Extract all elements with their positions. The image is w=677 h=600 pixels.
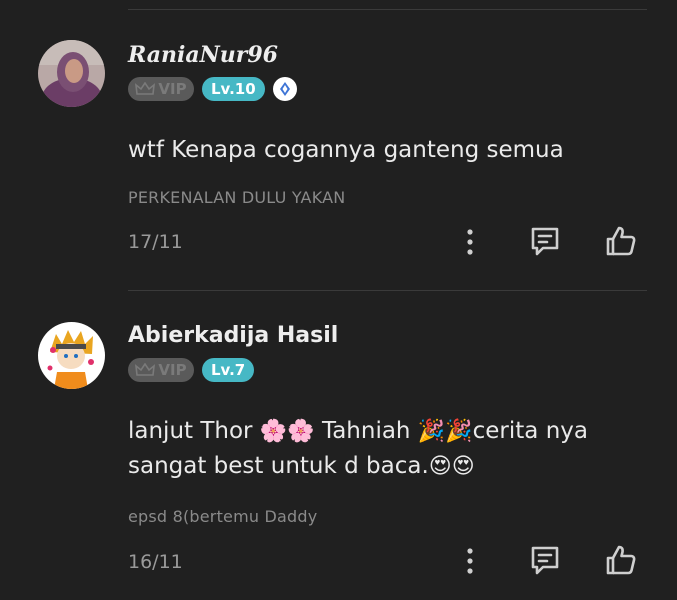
chapter-link[interactable]: epsd 8(bertemu Daddy	[128, 507, 317, 526]
badge-row: VIP Lv.10	[128, 76, 297, 102]
vip-badge: VIP	[128, 358, 194, 382]
crown-icon	[135, 82, 156, 95]
comment-date: 16/11	[128, 551, 183, 573]
comment-bubble-icon	[531, 227, 559, 256]
vip-label: VIP	[158, 80, 187, 98]
party-popper-emoji: 🎉	[417, 419, 446, 444]
comment-date: 17/11	[128, 231, 183, 253]
reply-button[interactable]	[527, 542, 563, 578]
comment-bubble-icon	[531, 546, 559, 575]
reply-button[interactable]	[527, 223, 563, 259]
text-segment: cerita nya	[472, 418, 588, 444]
thumbs-up-icon	[606, 545, 636, 575]
comment-divider	[128, 290, 647, 291]
text-segment: lanjut Thor	[128, 418, 260, 444]
more-vertical-icon	[467, 548, 473, 574]
diamond-icon	[272, 77, 297, 101]
badge-row: VIP Lv.7	[128, 357, 255, 383]
top-divider	[128, 9, 647, 10]
heart-eyes-emoji: 😍	[451, 454, 475, 479]
comment-text: wtf Kenapa cogannya ganteng semua	[128, 137, 564, 163]
username[interactable]: Abierkadija Hasil	[128, 323, 338, 348]
crown-icon	[135, 363, 156, 376]
thumbs-up-icon	[606, 226, 636, 256]
like-button[interactable]	[603, 223, 639, 259]
chapter-link[interactable]: PERKENALAN DULU YAKAN	[128, 188, 345, 207]
level-badge: Lv.7	[202, 358, 255, 382]
heart-eyes-emoji: 😍	[428, 454, 452, 479]
like-button[interactable]	[603, 542, 639, 578]
avatar[interactable]	[38, 322, 105, 389]
party-popper-emoji: 🎉	[445, 419, 473, 444]
more-options-button[interactable]	[452, 224, 488, 260]
avatar[interactable]	[38, 40, 105, 107]
level-badge: Lv.10	[202, 77, 265, 101]
more-vertical-icon	[467, 229, 473, 255]
text-segment: Tahniah	[314, 418, 418, 444]
more-options-button[interactable]	[452, 543, 488, 579]
vip-label: VIP	[158, 361, 187, 379]
comment-text: lanjut Thor 🌸🌸 Tahniah 🎉🎉cerita nya sanga…	[128, 414, 638, 484]
text-segment: sangat best untuk d baca.	[128, 453, 429, 479]
vip-badge: VIP	[128, 77, 194, 101]
username[interactable]: RaniaNur96	[128, 42, 278, 68]
blossom-emoji: 🌸	[287, 419, 315, 444]
blossom-emoji: 🌸	[259, 419, 288, 444]
